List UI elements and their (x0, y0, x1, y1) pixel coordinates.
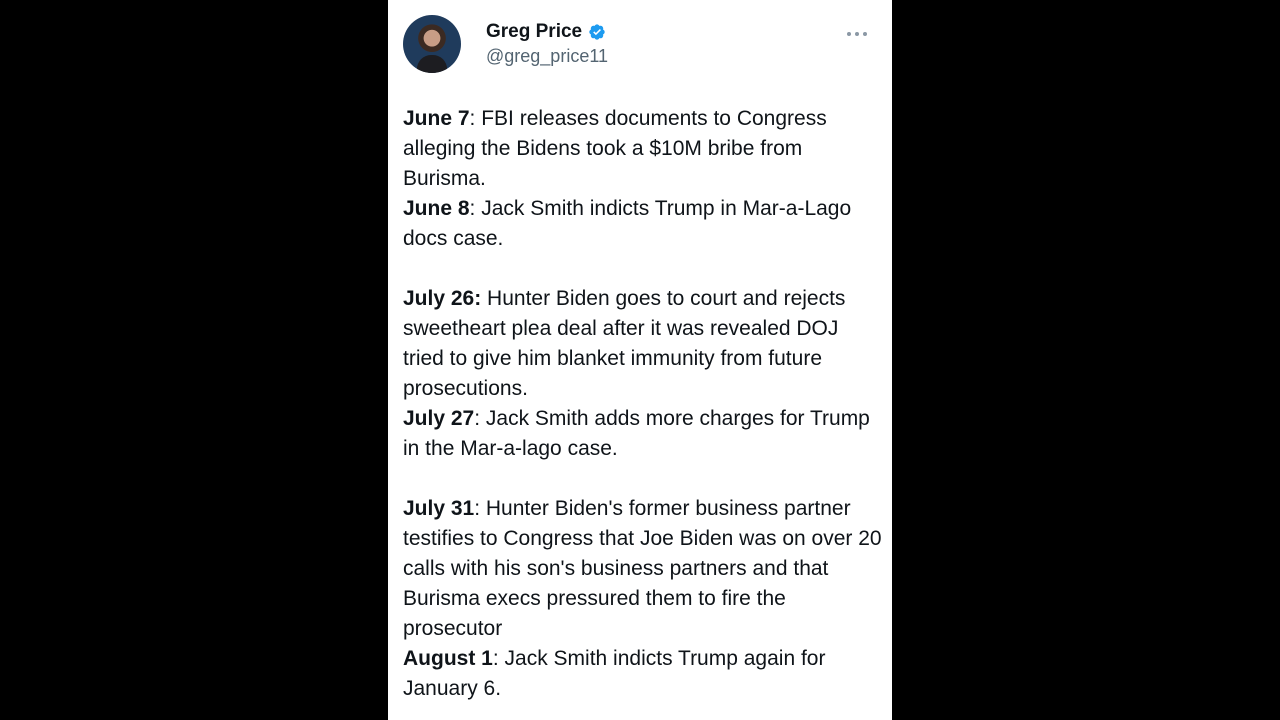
author-name[interactable]: Greg Price (486, 21, 582, 43)
entry-date: June 8 (403, 197, 470, 220)
entry-text: : Jack Smith adds more charges for Trump… (403, 407, 870, 460)
entry-text: : Hunter Biden's former business partner… (403, 497, 882, 640)
verified-badge-icon (589, 24, 605, 40)
more-horizontal-icon[interactable] (845, 21, 869, 45)
avatar[interactable] (403, 15, 461, 73)
entry-date: July 26: (403, 287, 482, 310)
entry-date: August 1 (403, 647, 493, 670)
timeline-entry: June 7: FBI releases documents to Congre… (403, 104, 883, 194)
timeline-entry: August 1: Jack Smith indicts Trump again… (403, 644, 883, 704)
author-handle[interactable]: @greg_price11 (486, 46, 608, 67)
timeline-entry: June 8: Jack Smith indicts Trump in Mar-… (403, 194, 883, 254)
entry-date: June 7 (403, 107, 470, 130)
author-name-row: Greg Price (486, 20, 606, 44)
tweet-card: Greg Price @greg_price11 June 7: FBI rel… (388, 0, 892, 720)
timeline-entry: July 26: Hunter Biden goes to court and … (403, 284, 883, 404)
tweet-header: Greg Price @greg_price11 (403, 15, 877, 75)
timeline-entry: July 31: Hunter Biden's former business … (403, 494, 883, 644)
entry-date: July 27 (403, 407, 475, 430)
entry-text: : Jack Smith indicts Trump in Mar-a-Lago… (403, 197, 852, 250)
tweet-text: June 7: FBI releases documents to Congre… (403, 104, 883, 704)
timeline-entry: July 27: Jack Smith adds more charges fo… (403, 404, 883, 464)
entry-date: July 31 (403, 497, 475, 520)
